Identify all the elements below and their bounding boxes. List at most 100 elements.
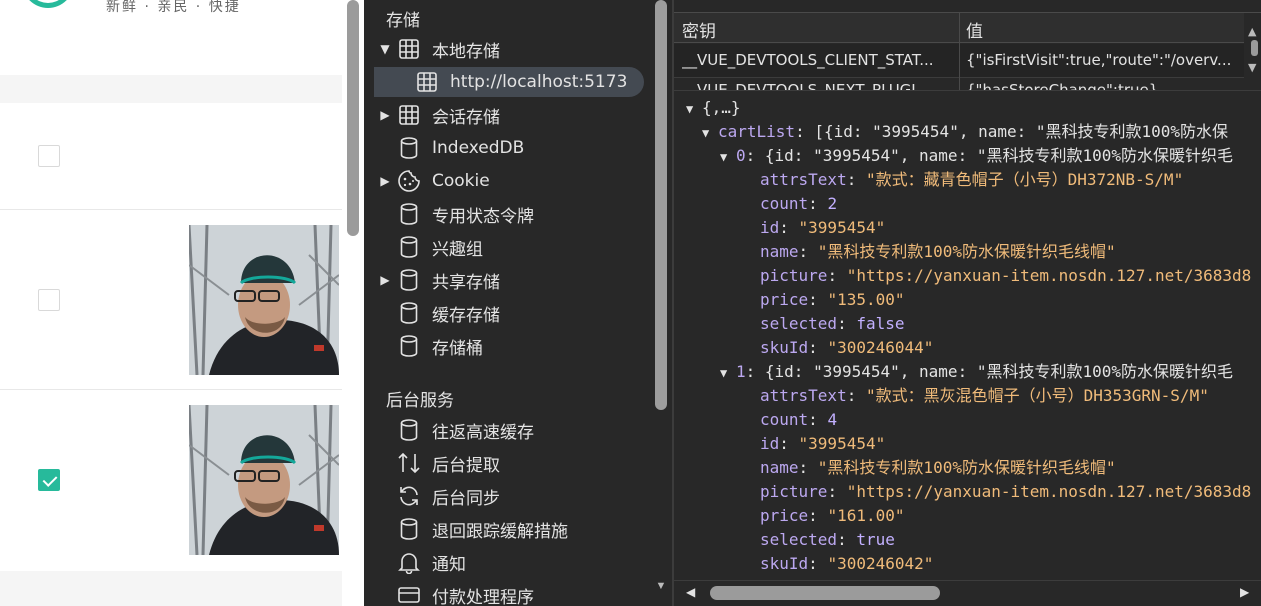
cookie-icon — [396, 169, 422, 193]
cart-header-band — [0, 75, 342, 103]
cart-footer-band — [0, 571, 342, 606]
row-divider — [0, 209, 342, 210]
json-field-line[interactable]: price: "135.00" — [760, 288, 905, 312]
column-header-key[interactable]: 密钥 — [682, 17, 716, 42]
storage-item-label: Cookie — [432, 171, 490, 191]
json-item-line[interactable]: ▼ 0: {id: "3995454", name: "黑科技专利款100%防水保… — [720, 144, 1233, 168]
collapse-triangle-icon[interactable]: ▼ — [720, 145, 736, 169]
background-service-item-0[interactable]: 往返高速缓存 — [374, 415, 654, 445]
up-down-arrows-icon — [396, 451, 422, 475]
column-separator[interactable] — [959, 13, 960, 90]
brand-logo[interactable] — [22, 0, 74, 8]
storage-item-7[interactable]: ▶ 共享存储 — [374, 265, 654, 295]
json-field-line[interactable]: skuId: "300246042" — [760, 552, 933, 576]
json-object-summary: {id: "3995454", name: "黑科技专利款100%防水保暖针织毛 — [764, 146, 1233, 165]
storage-item-label: 专用状态令牌 — [432, 206, 534, 227]
page-scrollbar-thumb[interactable] — [347, 0, 359, 236]
row-divider — [0, 389, 342, 390]
cart-item-checkbox[interactable] — [38, 145, 60, 167]
database-icon — [396, 268, 422, 292]
json-field-line[interactable]: id: "3995454" — [760, 216, 885, 240]
grid-icon — [396, 103, 422, 127]
database-icon — [396, 202, 422, 226]
background-service-item-label: 退回跟踪缓解措施 — [432, 521, 568, 542]
json-field-line[interactable]: picture: "https://yanxuan-item.nosdn.127… — [760, 264, 1251, 288]
storage-item-4[interactable]: ▶ Cookie — [374, 166, 654, 196]
table-scrollbar-thumb[interactable] — [1251, 40, 1258, 56]
preview-horizontal-scrollbar[interactable]: ◀ ▶ — [674, 580, 1261, 606]
json-field-line[interactable]: selected: false — [760, 312, 905, 336]
json-field-line[interactable]: name: "黑科技专利款100%防水保暖针织毛线帽" — [760, 240, 1116, 264]
expand-triangle-icon[interactable]: ▶ — [374, 108, 396, 122]
background-service-item-4[interactable]: 通知 — [374, 547, 654, 577]
background-service-item-5[interactable]: 付款处理程序 — [374, 580, 654, 606]
json-value: "款式：黑灰混色帽子（小号）DH353GRN-S/M" — [865, 386, 1209, 405]
column-header-value[interactable]: 值 — [966, 17, 983, 42]
storage-item-8[interactable]: 缓存存储 — [374, 298, 654, 328]
storage-item-0[interactable]: ▼ 本地存储 — [374, 34, 654, 64]
cart-item-checkbox[interactable] — [38, 289, 60, 311]
storage-item-label: 共享存储 — [432, 272, 500, 293]
storage-item-5[interactable]: 专用状态令牌 — [374, 199, 654, 229]
json-field-line[interactable]: picture: "https://yanxuan-item.nosdn.127… — [760, 480, 1251, 504]
json-field-line[interactable]: count: 2 — [760, 192, 837, 216]
product-image[interactable] — [189, 405, 339, 555]
json-key: name — [760, 242, 799, 261]
json-item-line[interactable]: ▼ 1: {id: "3995454", name: "黑科技专利款100%防水保… — [720, 360, 1233, 384]
storage-item-3[interactable]: IndexedDB — [374, 133, 654, 163]
storage-item-6[interactable]: 兴趣组 — [374, 232, 654, 262]
collapse-triangle-icon[interactable]: ▼ — [720, 361, 736, 385]
product-image[interactable] — [189, 225, 339, 375]
json-key: skuId — [760, 554, 809, 573]
json-field-line[interactable]: count: 4 — [760, 408, 837, 432]
sidebar-scrollbar-thumb[interactable] — [655, 0, 667, 410]
scroll-right-arrow[interactable]: ▶ — [1240, 585, 1249, 599]
storage-item-label: IndexedDB — [432, 138, 525, 158]
json-key: selected — [760, 530, 838, 549]
collapse-triangle-icon[interactable]: ▼ — [686, 97, 702, 121]
json-index: 1 — [736, 362, 746, 381]
storage-item-1[interactable]: http://localhost:5173 — [374, 67, 644, 97]
cart-item-checkbox[interactable] — [38, 469, 60, 491]
grid-icon — [396, 37, 422, 61]
table-scroll-up-arrow[interactable]: ▲ — [1248, 25, 1256, 38]
json-value: "300246042" — [827, 554, 934, 573]
storage-item-9[interactable]: 存储桶 — [374, 331, 654, 361]
json-field-line[interactable]: attrsText: "款式：黑灰混色帽子（小号）DH353GRN-S/M" — [760, 384, 1209, 408]
json-cartlist-line[interactable]: ▼ cartList: [{id: "3995454", name: "黑科技专利… — [702, 120, 1228, 144]
json-value: 4 — [827, 410, 838, 429]
json-field-line[interactable]: name: "黑科技专利款100%防水保暖针织毛线帽" — [760, 456, 1116, 480]
json-value: "https://yanxuan-item.nosdn.127.net/3683… — [846, 482, 1252, 501]
json-field-line[interactable]: attrsText: "款式：藏青色帽子（小号）DH372NB-S/M" — [760, 168, 1183, 192]
table-scroll-down-arrow[interactable]: ▼ — [1248, 61, 1256, 74]
storage-table: 密钥 值 __VUE_DEVTOOLS_CLIENT_STAT... {"isF… — [674, 0, 1261, 90]
collapse-triangle-icon[interactable]: ▼ — [702, 121, 718, 145]
horizontal-scrollbar-thumb[interactable] — [710, 586, 940, 600]
storage-item-2[interactable]: ▶ 会话存储 — [374, 100, 654, 130]
expand-triangle-icon[interactable]: ▶ — [374, 273, 396, 287]
json-key: cartList — [718, 122, 796, 141]
json-value: "款式：藏青色帽子（小号）DH372NB-S/M" — [865, 170, 1184, 189]
json-key: picture — [760, 482, 828, 501]
json-value: "300246044" — [827, 338, 934, 357]
json-value: true — [856, 530, 895, 549]
json-field-line[interactable]: skuId: "300246044" — [760, 336, 933, 360]
json-key: count — [760, 410, 809, 429]
storage-item-label: http://localhost:5173 — [450, 72, 628, 92]
background-service-item-3[interactable]: 退回跟踪缓解措施 — [374, 514, 654, 544]
sidebar-scroll-down-arrow[interactable]: ▼ — [654, 580, 668, 592]
json-value: "黑科技专利款100%防水保暖针织毛线帽" — [817, 242, 1116, 261]
json-field-line[interactable]: id: "3995454" — [760, 432, 885, 456]
scroll-left-arrow[interactable]: ◀ — [686, 585, 695, 599]
background-service-item-2[interactable]: 后台同步 — [374, 481, 654, 511]
collapse-triangle-icon[interactable]: ▼ — [374, 42, 396, 56]
json-field-line[interactable]: selected: true — [760, 528, 895, 552]
json-root-line[interactable]: ▼ {,…} — [686, 96, 741, 120]
background-service-item-1[interactable]: 后台提取 — [374, 448, 654, 478]
expand-triangle-icon[interactable]: ▶ — [374, 174, 396, 188]
background-service-item-label: 付款处理程序 — [432, 587, 534, 606]
storage-item-label: 会话存储 — [432, 107, 500, 128]
table-cell-value: {"isFirstVisit":true,"route":"/overv... — [966, 51, 1232, 69]
database-icon — [396, 418, 422, 442]
json-field-line[interactable]: price: "161.00" — [760, 504, 905, 528]
